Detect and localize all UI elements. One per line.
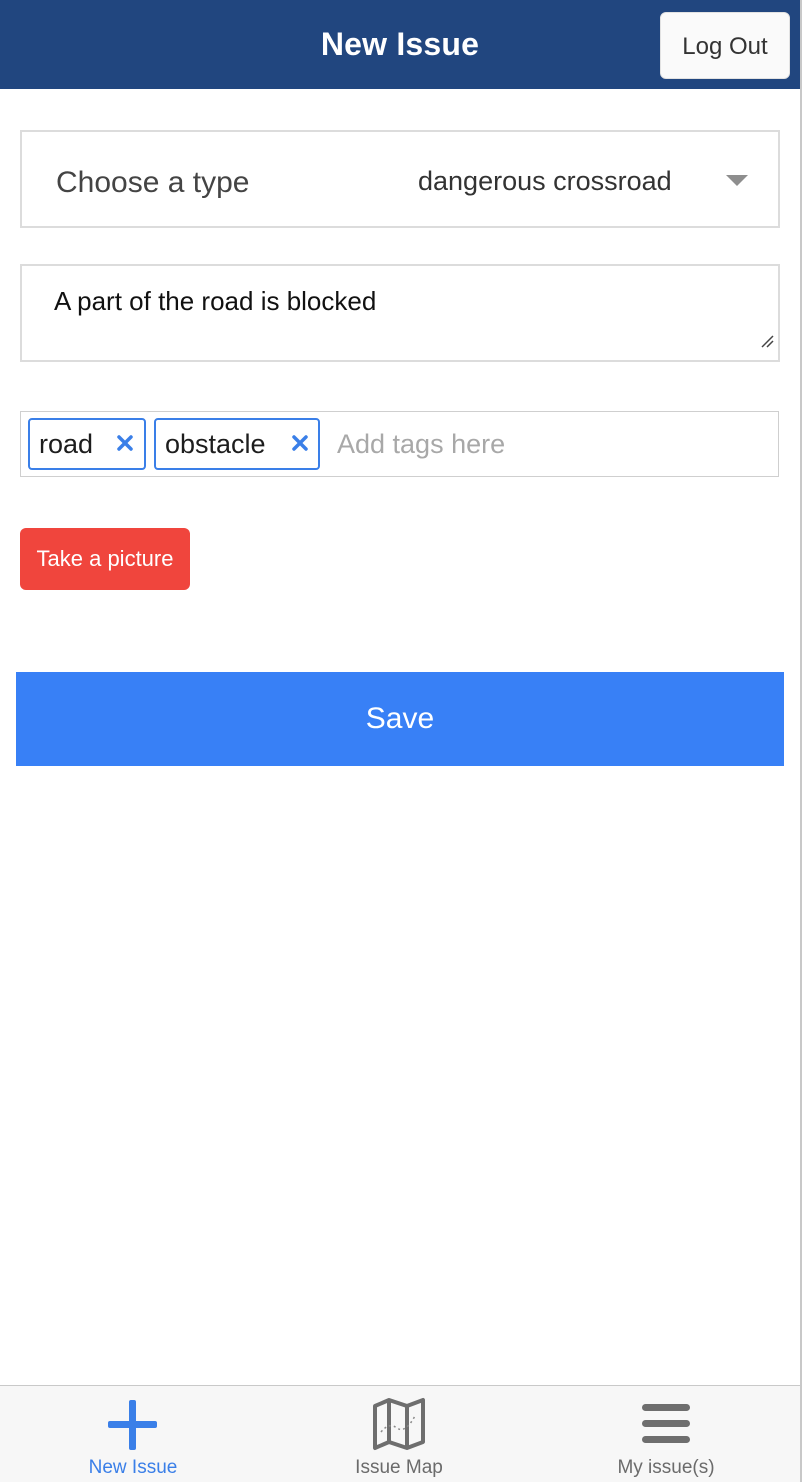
resize-grip-icon[interactable] bbox=[760, 334, 774, 348]
menu-icon bbox=[642, 1404, 690, 1443]
remove-tag-icon[interactable] bbox=[289, 432, 311, 454]
issue-type-value: dangerous crossroad bbox=[418, 166, 672, 196]
remove-tag-icon[interactable] bbox=[114, 432, 136, 454]
tag-label: road bbox=[39, 429, 94, 459]
tab-label: New Issue bbox=[88, 1457, 178, 1478]
tab-my-issues[interactable]: My issue(s) bbox=[533, 1386, 799, 1482]
tab-issue-map[interactable]: Issue Map bbox=[266, 1386, 532, 1482]
dropdown-caret-icon bbox=[726, 175, 748, 186]
app-screen: New Issue Log Out Choose a type dangerou… bbox=[0, 0, 802, 1482]
header-bar: New Issue Log Out bbox=[0, 0, 800, 89]
add-tags-input[interactable]: Add tags here bbox=[337, 429, 505, 460]
tag-label: obstacle bbox=[165, 429, 266, 459]
description-textarea[interactable]: A part of the road is blocked bbox=[20, 264, 780, 362]
save-button[interactable]: Save bbox=[16, 672, 784, 766]
tab-new-issue[interactable]: New Issue bbox=[0, 1386, 266, 1482]
tab-label: Issue Map bbox=[355, 1457, 443, 1478]
map-icon bbox=[373, 1398, 425, 1450]
issue-type-select[interactable]: Choose a type dangerous crossroad bbox=[20, 130, 780, 228]
tag-chip: road bbox=[28, 418, 146, 470]
logout-button[interactable]: Log Out bbox=[660, 12, 790, 79]
tab-label: My issue(s) bbox=[617, 1457, 715, 1478]
bottom-tab-bar: New Issue Issue Map My issue(s) bbox=[0, 1385, 800, 1482]
issue-type-label: Choose a type bbox=[56, 166, 250, 199]
take-picture-button[interactable]: Take a picture bbox=[20, 528, 190, 590]
tag-chip: obstacle bbox=[154, 418, 320, 470]
tags-input-box[interactable]: road obstacle Add tags here bbox=[20, 411, 779, 477]
description-text: A part of the road is blocked bbox=[54, 286, 377, 316]
plus-icon bbox=[108, 1400, 157, 1450]
